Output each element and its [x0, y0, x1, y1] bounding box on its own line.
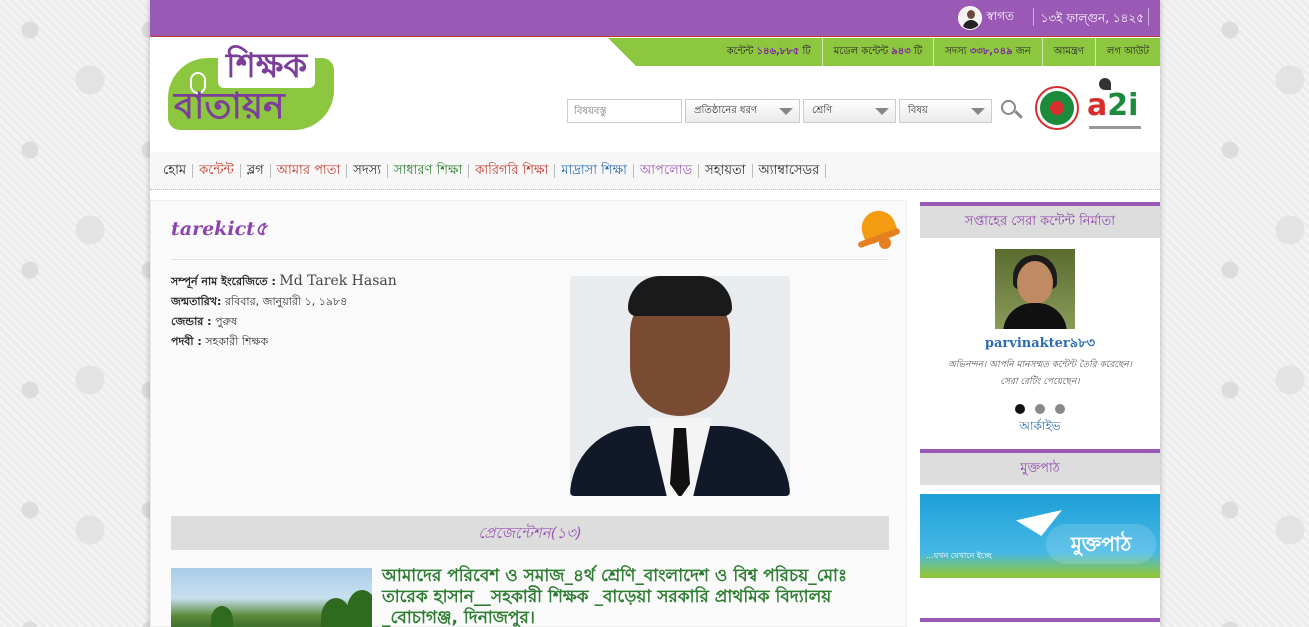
nav-my-page[interactable]: আমার পাতা [271, 163, 348, 178]
birthdate-row: জন্মতারিখ: রবিবার, জানুয়ারী ১, ১৯৮৪ [171, 292, 551, 312]
muktopath-heading: মুক্তপাঠ [920, 449, 1160, 485]
designation-row: পদবী : সহকারী শিক্ষক [171, 332, 551, 352]
stat-members[interactable]: সদস্য ৩৩৮,০৪৯ জন [933, 38, 1041, 66]
bangla-date: ১৩ই ফাল্গুন, ১৪২৫ [1040, 11, 1144, 25]
profile-username: tarekict৫ [171, 218, 268, 240]
gender-row: জেন্ডার : পুরুষ [171, 312, 551, 332]
profile-photo [570, 276, 790, 496]
logo-text-line2: বাতায়ন [174, 86, 285, 127]
a2i-logo-text: a2i [1087, 88, 1139, 123]
field-label: জেন্ডার : [171, 315, 212, 328]
select-label: প্রতিষ্ঠানের ধরণ [694, 104, 758, 116]
field-label: পদবী : [171, 335, 202, 348]
invite-link[interactable]: আমন্ত্রণ [1041, 38, 1095, 66]
nav-madrasa-education[interactable]: মাদ্রাসা শিক্ষা [555, 163, 634, 178]
stat-model-content[interactable]: মডেল কন্টেন্ট ৯৪৩ টি [821, 38, 933, 66]
carousel-dot[interactable] [1015, 404, 1025, 414]
search-icon[interactable] [998, 98, 1024, 124]
divider [171, 259, 889, 260]
post-title[interactable]: আমাদের পরিবেশ ও সমাজ_৪র্থ শ্রেণি_বাংলাদে… [382, 566, 892, 627]
user-welcome[interactable]: স্বাগত [958, 6, 1014, 30]
search-input[interactable] [567, 99, 682, 123]
select-label: বিষয় [908, 104, 928, 116]
designation-value: সহকারী শিক্ষক [205, 335, 269, 348]
divider [920, 618, 1160, 622]
muktopath-banner[interactable]: মুক্তপাঠ ...যখন যেখানে ইচ্ছে [920, 494, 1160, 578]
chevron-down-icon [779, 107, 793, 115]
stat-content[interactable]: কন্টেন্ট ১৪৬,৮৮৫ টি [716, 38, 822, 66]
page-inner: স্বাগত ১৩ই ফাল্গুন, ১৪২৫ কন্টেন্ট ১৪৬,৮৮… [150, 0, 1160, 627]
field-label: জন্মতারিখ: [171, 295, 222, 308]
institution-type-select[interactable]: প্রতিষ্ঠানের ধরণ [685, 99, 800, 123]
page: স্বাগত ১৩ই ফাল্গুন, ১৪২৫ কন্টেন্ট ১৪৬,৮৮… [150, 0, 1160, 627]
carousel-dot[interactable] [1035, 404, 1045, 414]
top-maker-heading: সপ্তাহের সেরা কন্টেন্ট নির্মাতা [920, 202, 1160, 238]
top-bar: স্বাগত ১৩ই ফাল্গুন, ১৪২৫ [150, 0, 1160, 37]
divider [1148, 8, 1149, 26]
welcome-label[interactable]: স্বাগত [986, 8, 1014, 28]
nav-blog[interactable]: ব্লগ [241, 163, 271, 178]
nav-upload[interactable]: আপলোড [634, 163, 700, 178]
nav-ambassador[interactable]: অ্যাম্বাসেডর [753, 163, 827, 178]
a2i-logo[interactable]: a2i [1087, 78, 1143, 134]
class-select[interactable]: শ্রেণি [803, 99, 896, 123]
user-avatar[interactable] [958, 6, 983, 30]
full-name-row: সম্পূর্ন নাম ইংরেজিতে : Md Tarek Hasan [171, 271, 551, 292]
nav-members[interactable]: সদস্য [347, 163, 389, 178]
nav-technical-education[interactable]: কারিগরি শিক্ষা [469, 163, 556, 178]
profile-info: সম্পূর্ন নাম ইংরেজিতে : Md Tarek Hasan জ… [171, 271, 551, 352]
top-maker-widget: সপ্তাহের সেরা কন্টেন্ট নির্মাতা parvinak… [920, 202, 1160, 442]
maker-message: অভিনন্দন। আপনি মানসম্মত কন্টেন্ট তৈরি কর… [948, 360, 1132, 387]
nav-help[interactable]: সহায়তা [699, 163, 753, 178]
subject-select[interactable]: বিষয় [899, 99, 992, 123]
field-label: সম্পূর্ন নাম ইংরেজিতে : [171, 275, 276, 288]
maker-name[interactable]: parvinakter৯৮৩ [920, 334, 1160, 355]
logout-link[interactable]: লগ আউট [1094, 38, 1160, 66]
nav-home[interactable]: হোম [157, 163, 194, 178]
nav-general-education[interactable]: সাধারণ শিক্ষা [388, 163, 470, 178]
nav-content[interactable]: কন্টেন্ট [193, 163, 241, 178]
select-label: শ্রেণি [812, 104, 833, 116]
carousel-dots [1015, 404, 1075, 414]
logo-text-line1: শিক্ষক [218, 44, 316, 88]
chevron-down-icon [971, 107, 985, 115]
carousel-dot[interactable] [1055, 404, 1065, 414]
muktopath-widget: মুক্তপাঠ [920, 449, 1160, 485]
bangladesh-govt-logo[interactable] [1037, 88, 1077, 128]
maker-avatar[interactable] [995, 249, 1075, 329]
archive-link[interactable]: আর্কাইভ [920, 418, 1160, 438]
presentations-heading[interactable]: প্রেজেন্টেশন(১৩) [171, 516, 889, 550]
bell-icon[interactable] [856, 201, 903, 253]
chevron-down-icon [875, 107, 889, 115]
search-bar: প্রতিষ্ঠানের ধরণ শ্রেণি বিষয় [567, 98, 1024, 124]
main-nav: হোম কন্টেন্ট ব্লগ আমার পাতা সদস্য সাধারণ… [150, 152, 1160, 190]
full-name-value: Md Tarek Hasan [279, 273, 397, 289]
profile-card: tarekict৫ সম্পূর্ন নাম ইংরেজিতে : Md Tar… [150, 200, 907, 627]
muktopath-brand: মুক্তপাঠ [1046, 524, 1156, 564]
birthdate-value: রবিবার, জানুয়ারী ১, ১৯৮৪ [224, 295, 348, 308]
post-thumbnail[interactable] [171, 568, 372, 627]
divider [1033, 8, 1034, 26]
gender-value: পুরুষ [215, 315, 238, 328]
stats-bar: কন্টেন্ট ১৪৬,৮৮৫ টি মডেল কন্টেন্ট ৯৪৩ টি… [608, 38, 1160, 66]
muktopath-tagline: ...যখন যেখানে ইচ্ছে [926, 551, 992, 560]
shikkhok-batayon-logo[interactable]: শিক্ষক বাতায়ন [168, 44, 338, 132]
